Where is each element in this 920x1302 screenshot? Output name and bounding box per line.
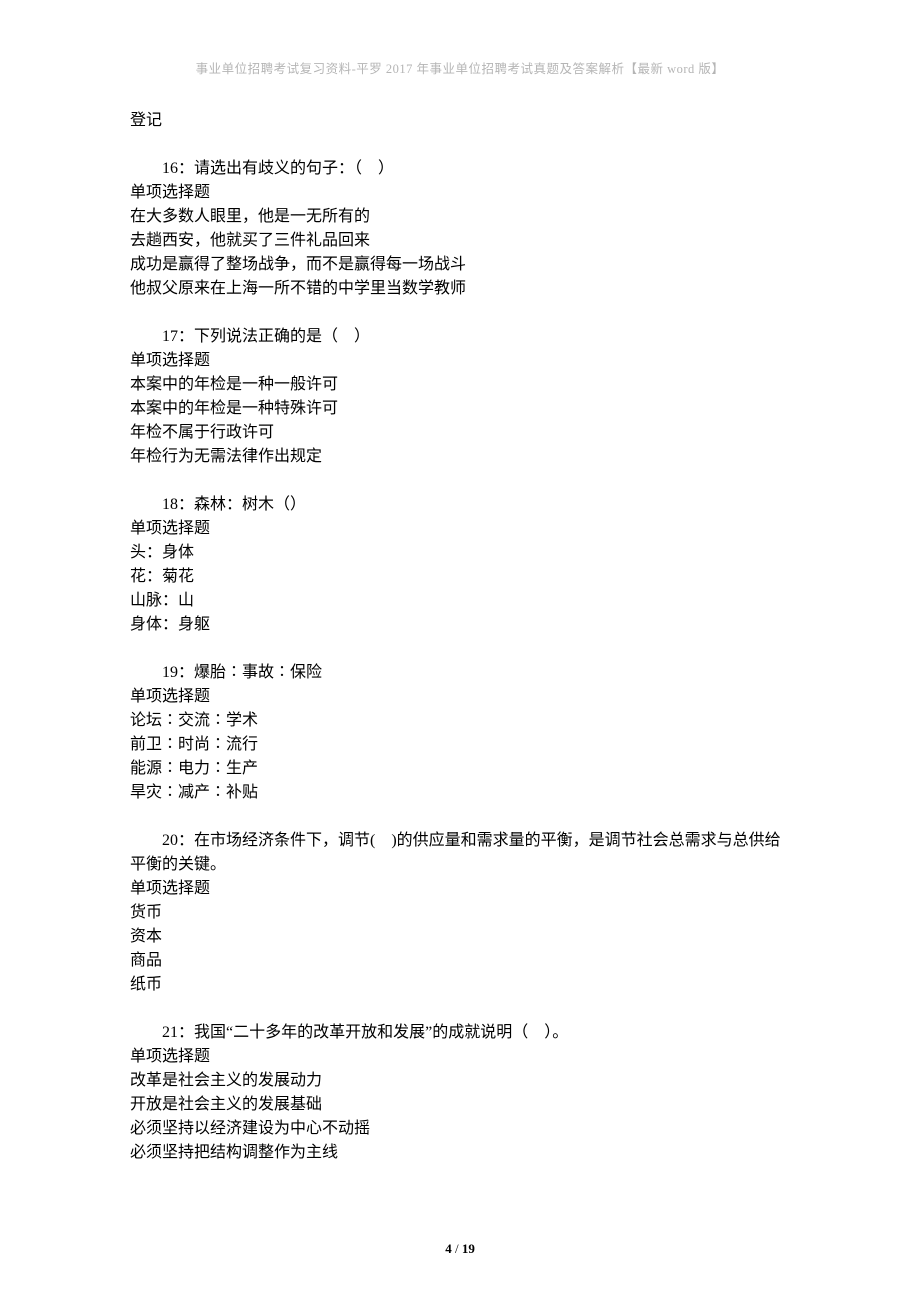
question-17: 17：下列说法正确的是（ ） 单项选择题 本案中的年检是一种一般许可 本案中的年… bbox=[130, 325, 790, 469]
question-option: 成功是赢得了整场战争，而不是赢得每一场战斗 bbox=[130, 253, 790, 277]
question-option: 纸币 bbox=[130, 973, 790, 997]
question-type: 单项选择题 bbox=[130, 181, 790, 205]
question-option: 商品 bbox=[130, 949, 790, 973]
question-type: 单项选择题 bbox=[130, 877, 790, 901]
question-21: 21：我国“二十多年的改革开放和发展”的成就说明（ ）。 单项选择题 改革是社会… bbox=[130, 1021, 790, 1165]
question-option: 论坛∶交流∶学术 bbox=[130, 709, 790, 733]
question-type: 单项选择题 bbox=[130, 685, 790, 709]
question-option: 年检行为无需法律作出规定 bbox=[130, 445, 790, 469]
question-option: 山脉：山 bbox=[130, 589, 790, 613]
page-footer: 4 / 19 bbox=[0, 1239, 920, 1259]
question-18: 18：森林：树木（） 单项选择题 头：身体 花：菊花 山脉：山 身体：身躯 bbox=[130, 493, 790, 637]
question-option: 必须坚持以经济建设为中心不动摇 bbox=[130, 1117, 790, 1141]
question-option: 身体：身躯 bbox=[130, 613, 790, 637]
page-separator: / bbox=[452, 1241, 462, 1256]
page-header: 事业单位招聘考试复习资料-平罗 2017 年事业单位招聘考试真题及答案解析【最新… bbox=[130, 60, 790, 79]
document-page: 事业单位招聘考试复习资料-平罗 2017 年事业单位招聘考试真题及答案解析【最新… bbox=[0, 0, 920, 1302]
question-option: 旱灾∶减产∶补贴 bbox=[130, 781, 790, 805]
question-19: 19：爆胎∶事故∶保险 单项选择题 论坛∶交流∶学术 前卫∶时尚∶流行 能源∶电… bbox=[130, 661, 790, 805]
orphan-line: 登记 bbox=[130, 109, 790, 133]
question-option: 年检不属于行政许可 bbox=[130, 421, 790, 445]
question-16: 16：请选出有歧义的句子：（ ） 单项选择题 在大多数人眼里，他是一无所有的 去… bbox=[130, 157, 790, 301]
question-stem: 17：下列说法正确的是（ ） bbox=[130, 325, 790, 349]
total-page-number: 19 bbox=[462, 1241, 475, 1256]
question-stem: 16：请选出有歧义的句子：（ ） bbox=[130, 157, 790, 181]
question-option: 资本 bbox=[130, 925, 790, 949]
question-option: 本案中的年检是一种特殊许可 bbox=[130, 397, 790, 421]
question-stem: 18：森林：树木（） bbox=[130, 493, 790, 517]
question-option: 去趟西安，他就买了三件礼品回来 bbox=[130, 229, 790, 253]
question-type: 单项选择题 bbox=[130, 517, 790, 541]
question-stem: 19：爆胎∶事故∶保险 bbox=[130, 661, 790, 685]
question-option: 在大多数人眼里，他是一无所有的 bbox=[130, 205, 790, 229]
question-option: 花：菊花 bbox=[130, 565, 790, 589]
question-stem: 20：在市场经济条件下，调节( )的供应量和需求量的平衡，是调节社会总需求与总供… bbox=[130, 829, 790, 877]
question-option: 前卫∶时尚∶流行 bbox=[130, 733, 790, 757]
question-option: 能源∶电力∶生产 bbox=[130, 757, 790, 781]
question-option: 必须坚持把结构调整作为主线 bbox=[130, 1141, 790, 1165]
question-option: 头：身体 bbox=[130, 541, 790, 565]
question-20: 20：在市场经济条件下，调节( )的供应量和需求量的平衡，是调节社会总需求与总供… bbox=[130, 829, 790, 997]
question-option: 改革是社会主义的发展动力 bbox=[130, 1069, 790, 1093]
question-type: 单项选择题 bbox=[130, 1045, 790, 1069]
question-stem: 21：我国“二十多年的改革开放和发展”的成就说明（ ）。 bbox=[130, 1021, 790, 1045]
question-option: 本案中的年检是一种一般许可 bbox=[130, 373, 790, 397]
question-type: 单项选择题 bbox=[130, 349, 790, 373]
question-option: 开放是社会主义的发展基础 bbox=[130, 1093, 790, 1117]
question-option: 货币 bbox=[130, 901, 790, 925]
question-option: 他叔父原来在上海一所不错的中学里当数学教师 bbox=[130, 277, 790, 301]
